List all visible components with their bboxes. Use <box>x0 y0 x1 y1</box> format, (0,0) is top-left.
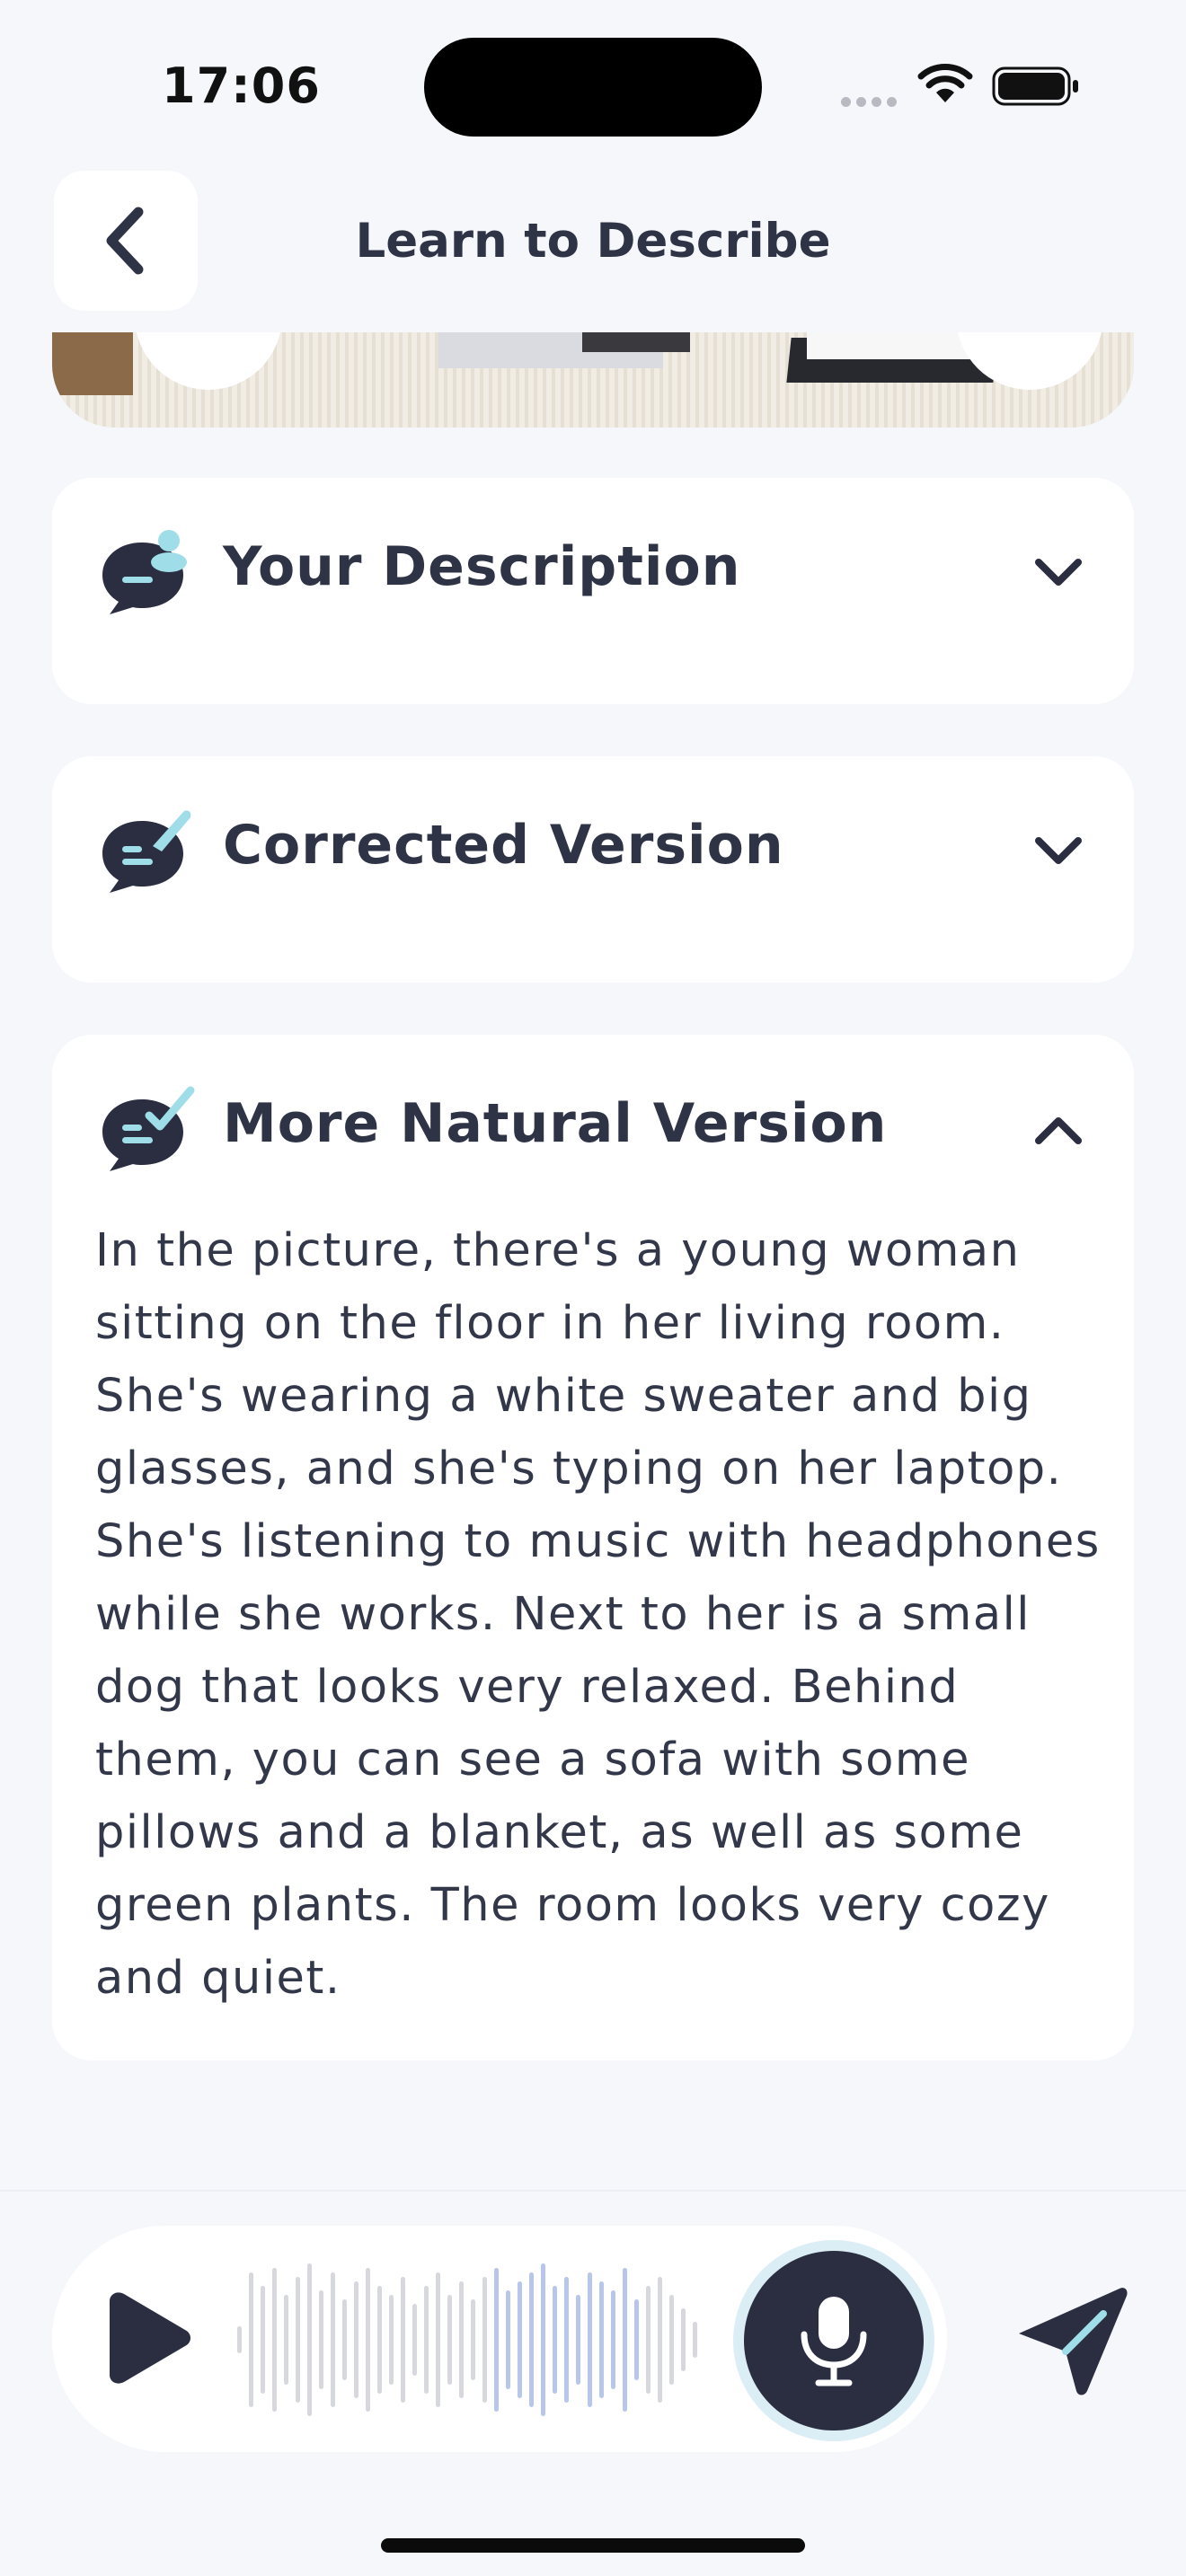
waveform-bar <box>377 2286 382 2394</box>
waveform-bar <box>506 2290 510 2389</box>
waveform-bar <box>599 2281 604 2398</box>
status-time: 17:06 <box>162 57 321 114</box>
chevron-up-icon[interactable] <box>1031 1103 1085 1157</box>
card-title: Corrected Version <box>223 814 784 877</box>
waveform-bar <box>529 2272 534 2407</box>
dynamic-island <box>424 38 762 137</box>
waveform-bar <box>658 2277 662 2403</box>
record-button[interactable] <box>744 2251 924 2430</box>
divider <box>0 2190 1186 2192</box>
waveform-bar <box>518 2281 522 2398</box>
waveform-bar <box>412 2304 417 2376</box>
your-description-card[interactable]: Your Description <box>52 478 1134 704</box>
waveform-bar <box>553 2286 557 2394</box>
waveform-bar <box>284 2295 288 2385</box>
waveform-bar <box>646 2286 651 2394</box>
corrected-version-card[interactable]: Corrected Version <box>52 756 1134 983</box>
waveform-bar <box>331 2272 335 2407</box>
more-natural-version-card[interactable]: More Natural Version In the picture, the… <box>52 1035 1134 2060</box>
header: Learn to Describe <box>0 171 1186 332</box>
battery-icon <box>992 66 1078 106</box>
waveform-bar <box>541 2263 545 2416</box>
natural-version-text: In the picture, there's a young woman si… <box>95 1224 1101 2005</box>
play-icon[interactable] <box>97 2289 196 2387</box>
waveform-bar <box>366 2268 370 2412</box>
waveform-bar <box>237 2326 242 2353</box>
waveform-bar <box>482 2277 487 2403</box>
waveform-bar <box>261 2286 265 2394</box>
home-indicator <box>381 2538 805 2553</box>
waveform-bar <box>296 2277 300 2403</box>
waveform-bar <box>436 2272 440 2407</box>
chat-check-icon <box>102 1086 195 1171</box>
wifi-icon <box>917 64 973 102</box>
waveform-bar <box>459 2281 464 2398</box>
waveform-bar <box>494 2268 499 2412</box>
scene-photo <box>52 332 1134 428</box>
waveform-bar <box>576 2295 580 2385</box>
waveform-bar <box>319 2290 323 2389</box>
chat-pen-icon <box>102 810 191 893</box>
waveform-bar <box>623 2268 627 2412</box>
send-icon[interactable] <box>1013 2281 1130 2398</box>
chat-person-icon <box>102 530 187 614</box>
page-title: Learn to Describe <box>355 214 831 269</box>
waveform-bar <box>424 2286 429 2394</box>
cellular-signal-icon <box>841 93 902 110</box>
waveform-bar <box>669 2295 674 2385</box>
waveform-bar <box>401 2277 405 2403</box>
waveform-bar <box>447 2295 452 2385</box>
waveform-bar <box>564 2277 569 2403</box>
chevron-down-icon[interactable] <box>1031 825 1085 878</box>
waveform-bar <box>588 2272 592 2407</box>
waveform-bar <box>307 2263 312 2416</box>
waveform-bar <box>611 2290 615 2389</box>
waveform-bar <box>272 2268 277 2412</box>
waveform-bar <box>471 2299 475 2380</box>
waveform-bar <box>693 2322 697 2358</box>
waveform-bar <box>681 2308 686 2371</box>
status-bar: 17:06 <box>0 0 1186 171</box>
card-title: More Natural Version <box>223 1092 888 1155</box>
waveform-bar <box>354 2281 358 2398</box>
waveform-bar <box>342 2299 347 2380</box>
waveform-bar <box>389 2295 394 2385</box>
waveform-bar <box>249 2272 253 2407</box>
audio-waveform[interactable] <box>232 2254 708 2425</box>
waveform-bar <box>634 2299 639 2380</box>
chevron-down-icon[interactable] <box>1031 546 1085 600</box>
microphone-icon <box>801 2297 867 2386</box>
card-title: Your Description <box>223 535 741 598</box>
